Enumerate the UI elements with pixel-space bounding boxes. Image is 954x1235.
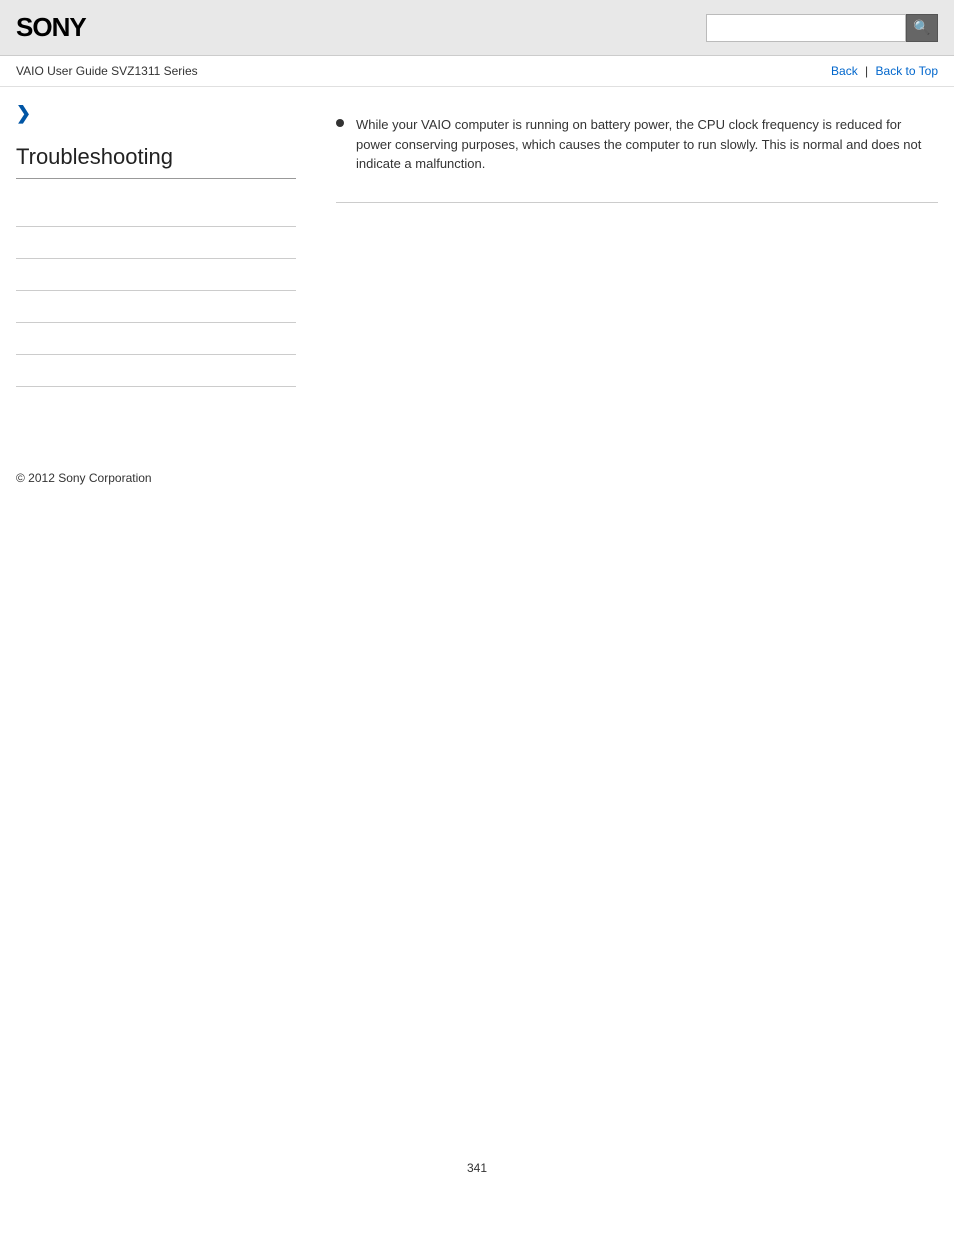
- list-item[interactable]: [16, 195, 296, 227]
- list-item[interactable]: [16, 323, 296, 355]
- nav-links: Back | Back to Top: [831, 64, 938, 78]
- sidebar-link-3[interactable]: [16, 268, 19, 282]
- content-section: While your VAIO computer is running on b…: [336, 103, 938, 203]
- search-button[interactable]: 🔍: [906, 14, 938, 42]
- back-to-top-link[interactable]: Back to Top: [876, 64, 938, 78]
- list-item[interactable]: [16, 291, 296, 323]
- bullet-dot-icon: [336, 119, 344, 127]
- copyright-text: © 2012 Sony Corporation: [16, 471, 152, 485]
- back-link[interactable]: Back: [831, 64, 858, 78]
- search-area: 🔍: [706, 14, 938, 42]
- page-number: 341: [0, 1141, 954, 1195]
- list-item[interactable]: [16, 227, 296, 259]
- breadcrumb-bar: VAIO User Guide SVZ1311 Series Back | Ba…: [0, 56, 954, 87]
- sidebar-link-4[interactable]: [16, 300, 19, 314]
- list-item[interactable]: [16, 259, 296, 291]
- breadcrumb-text: VAIO User Guide SVZ1311 Series: [16, 64, 198, 78]
- content-area: While your VAIO computer is running on b…: [316, 103, 938, 418]
- search-input[interactable]: [706, 14, 906, 42]
- bullet-text: While your VAIO computer is running on b…: [356, 115, 938, 174]
- sidebar-link-2[interactable]: [16, 236, 19, 250]
- search-icon: 🔍: [913, 19, 930, 36]
- sidebar-link-5[interactable]: [16, 332, 19, 346]
- sidebar-link-1[interactable]: [16, 204, 19, 218]
- sidebar-links: [16, 195, 296, 418]
- list-item: [16, 387, 296, 418]
- section-title: Troubleshooting: [16, 144, 296, 179]
- footer: © 2012 Sony Corporation: [0, 454, 954, 501]
- sony-logo: SONY: [16, 12, 86, 43]
- list-item[interactable]: [16, 355, 296, 387]
- header: SONY 🔍: [0, 0, 954, 56]
- sidebar-link-6[interactable]: [16, 364, 19, 378]
- expand-arrow[interactable]: ❯: [16, 103, 296, 124]
- bullet-item: While your VAIO computer is running on b…: [336, 103, 938, 186]
- sidebar: ❯ Troubleshooting: [16, 103, 316, 418]
- sidebar-link-7[interactable]: [16, 396, 19, 410]
- nav-separator: |: [865, 64, 868, 78]
- main-content: ❯ Troubleshooting While your VAIO comput…: [0, 87, 954, 434]
